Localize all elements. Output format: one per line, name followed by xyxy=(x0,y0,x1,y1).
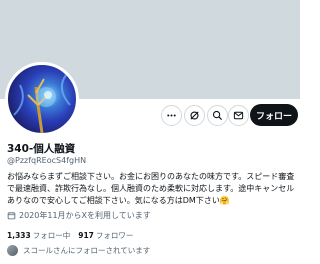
follower-avatar xyxy=(7,245,18,256)
more-icon xyxy=(167,114,176,117)
followed-by[interactable]: スコールさんにフォローされています xyxy=(7,245,150,256)
following-label: フォロー中 xyxy=(32,231,71,240)
message-button[interactable] xyxy=(228,105,249,126)
joined-date: 2020年11月からXを利用しています xyxy=(7,210,151,221)
followers-label: フォロワー xyxy=(95,231,134,240)
message-icon xyxy=(233,111,244,120)
follow-button[interactable]: フォロー xyxy=(250,104,298,126)
profile-handle: @PzzfqREocS4fgHN xyxy=(7,156,87,165)
profile-name: 340-個人融資 xyxy=(7,143,76,155)
followed-by-text: スコールさんにフォローされています xyxy=(23,246,151,255)
following-count: 1,333 xyxy=(7,231,31,240)
avatar-image xyxy=(13,74,71,133)
followers-link[interactable]: 917 フォロワー xyxy=(78,230,133,241)
grok-button[interactable] xyxy=(184,105,205,126)
more-button[interactable] xyxy=(161,105,182,126)
search-button[interactable] xyxy=(207,105,228,126)
followers-count: 917 xyxy=(78,231,94,240)
grok-icon xyxy=(190,111,199,120)
profile-avatar[interactable] xyxy=(5,62,79,136)
profile-bio: お悩みならまずご相談下さい。お金にお困りのあなたの味方です。スピード審査で最速融… xyxy=(7,172,295,205)
follow-counts: 1,333 フォロー中 917 フォロワー xyxy=(7,230,133,241)
search-icon xyxy=(212,110,223,121)
following-link[interactable]: 1,333 フォロー中 xyxy=(7,230,70,241)
calendar-icon xyxy=(7,212,16,220)
joined-text: 2020年11月からXを利用しています xyxy=(19,211,151,220)
